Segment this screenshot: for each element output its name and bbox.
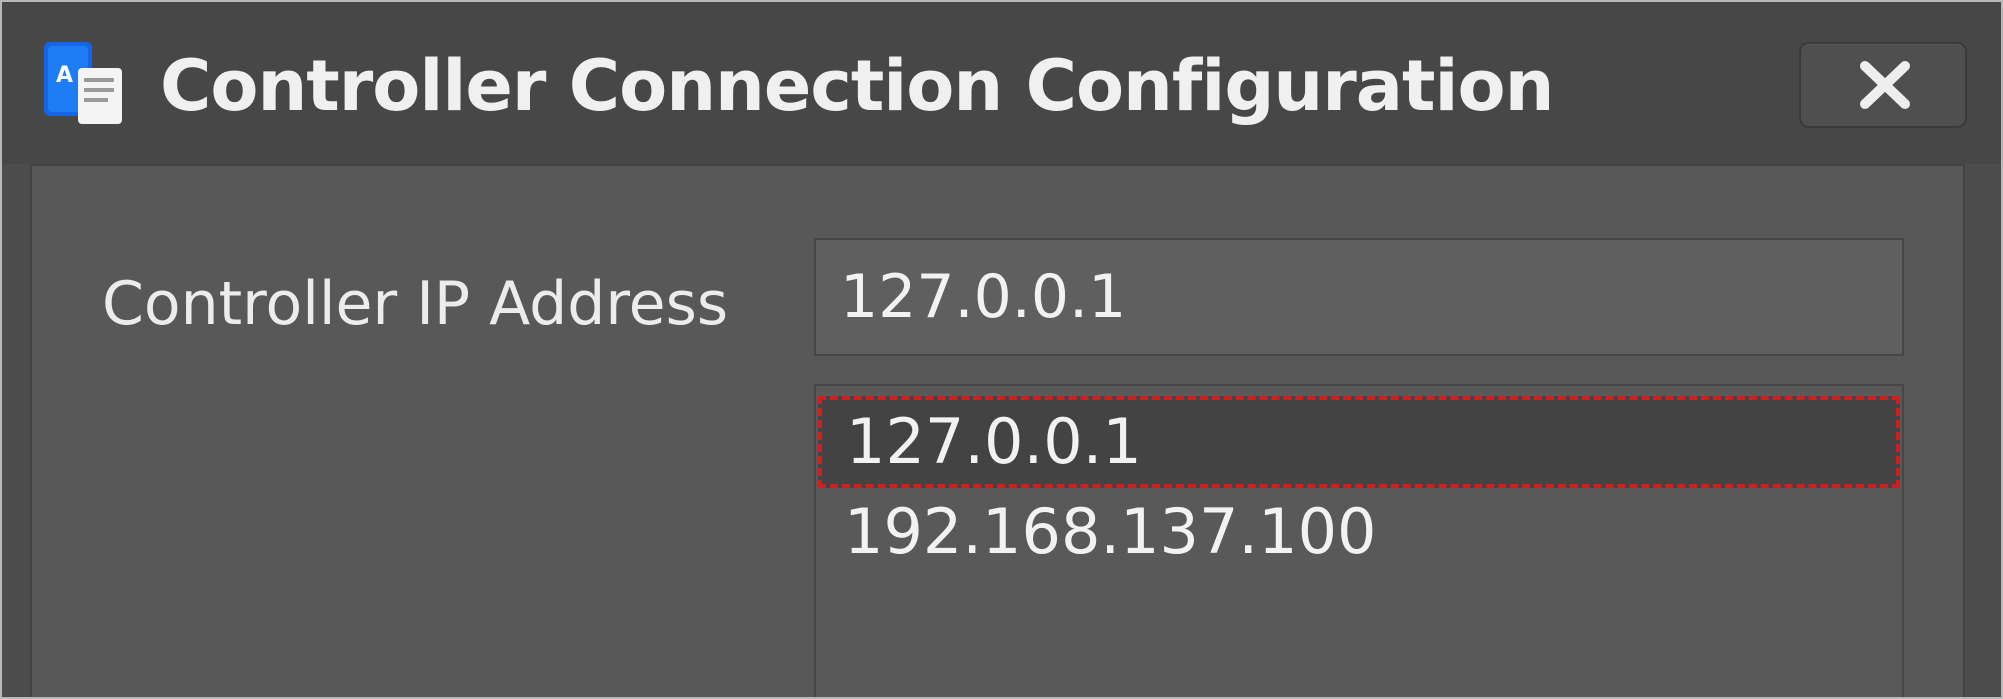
dialog-window: A Controller Connection Configuration Co… [0, 0, 2003, 699]
screen: A Controller Connection Configuration Co… [0, 0, 2003, 699]
title-bar: A Controller Connection Configuration [2, 2, 2001, 164]
ip-address-label: Controller IP Address [102, 269, 729, 339]
svg-text:A: A [56, 63, 73, 88]
dropdown-item-127-0-0-1[interactable]: 127.0.0.1 [818, 396, 1900, 488]
window-title: Controller Connection Configuration [160, 45, 1554, 127]
dropdown-item-192-168-137-100[interactable]: 192.168.137.100 [816, 486, 1902, 578]
close-icon [1860, 61, 1910, 109]
ip-address-dropdown-list: 127.0.0.1 192.168.137.100 [814, 384, 1904, 697]
close-button[interactable] [1799, 42, 1967, 128]
ip-address-combobox[interactable]: 127.0.0.1 [814, 238, 1904, 356]
app-icon: A [42, 38, 134, 130]
